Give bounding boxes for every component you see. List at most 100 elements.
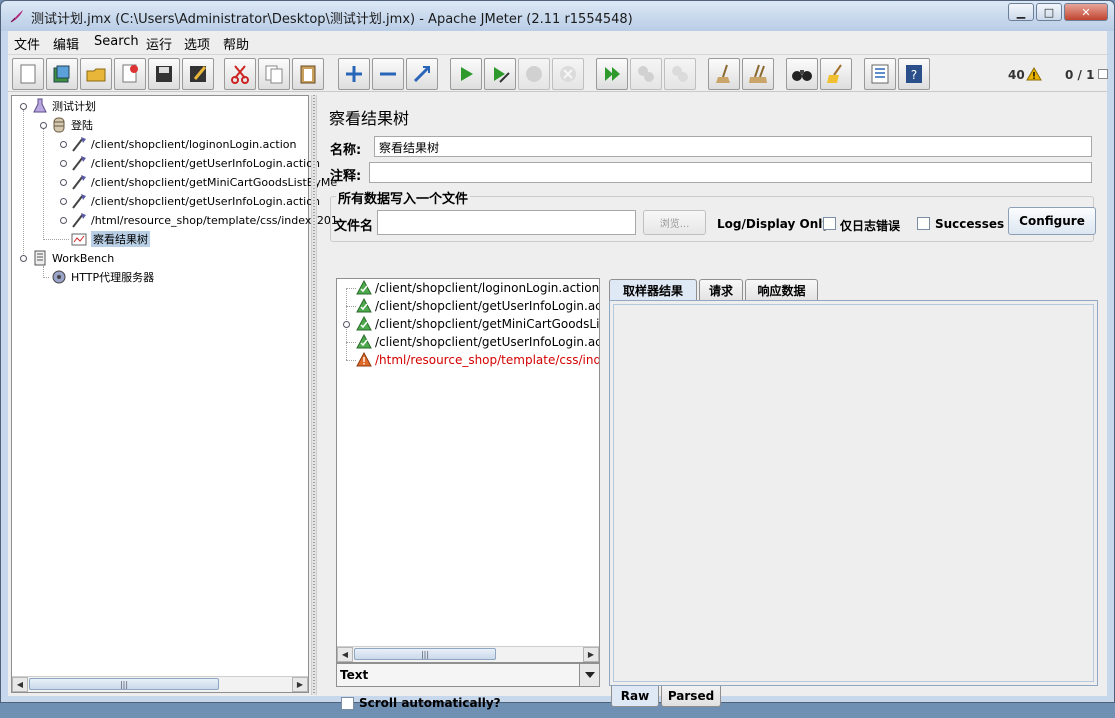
- configure-button[interactable]: Configure: [1008, 207, 1096, 235]
- close-file-button[interactable]: [114, 58, 146, 90]
- open-button[interactable]: [80, 58, 112, 90]
- start-no-pause-button[interactable]: [484, 58, 516, 90]
- tree-item-sampler[interactable]: /client/shopclient/getUserInfoLogin.acti…: [70, 192, 320, 210]
- tab-sampler-result[interactable]: 取样器结果: [609, 279, 697, 300]
- tree-expander[interactable]: [19, 102, 28, 111]
- result-item[interactable]: /client/shopclient/getUserInfoLogin.acti…: [356, 333, 599, 351]
- reset-search-button[interactable]: [820, 58, 852, 90]
- menu-file[interactable]: 文件: [14, 34, 40, 53]
- close-window-button[interactable]: ✕: [1064, 3, 1108, 21]
- tree-expander[interactable]: [59, 216, 68, 225]
- svg-text:?: ?: [911, 68, 917, 82]
- errors-only-checkbox[interactable]: [823, 217, 836, 230]
- tree-expander[interactable]: [59, 159, 68, 168]
- remote-stop-button[interactable]: [630, 58, 662, 90]
- clear-button[interactable]: [708, 58, 740, 90]
- templates-button[interactable]: [46, 58, 78, 90]
- scroll-right-arrow[interactable]: ▶: [583, 647, 599, 662]
- tree-item-sampler[interactable]: /client/shopclient/loginonLogin.action: [70, 135, 297, 153]
- detail-tabs: 取样器结果 请求 响应数据 Raw Parsed: [609, 278, 1100, 718]
- save-button[interactable]: [148, 58, 180, 90]
- scroll-thumb[interactable]: |||: [354, 648, 496, 660]
- panel-splitter[interactable]: [311, 95, 317, 695]
- help-button[interactable]: ?: [898, 58, 930, 90]
- expand-icon: [346, 66, 362, 82]
- result-label: /html/resource_shop/template/css/index_: [375, 353, 600, 367]
- copy-icon: [265, 65, 283, 84]
- tree-item-sampler[interactable]: /html/resource_shop/template/css/index_2…: [70, 211, 338, 229]
- tree-expander[interactable]: [59, 197, 68, 206]
- result-item[interactable]: /client/shopclient/getUserInfoLogin.acti…: [356, 297, 599, 315]
- stop-button[interactable]: [518, 58, 550, 90]
- clear-icon: [716, 64, 730, 83]
- tree-item-workbench[interactable]: WorkBench: [31, 249, 114, 267]
- warning-icon[interactable]: [1026, 67, 1042, 81]
- copy-button[interactable]: [258, 58, 290, 90]
- scroll-thumb[interactable]: |||: [29, 678, 219, 690]
- tree-item-thread-group[interactable]: 登陆: [50, 116, 93, 134]
- new-button[interactable]: [12, 58, 44, 90]
- tree-expander[interactable]: [59, 140, 68, 149]
- browse-button[interactable]: 浏览...: [643, 210, 706, 235]
- maximize-button[interactable]: □: [1036, 3, 1062, 21]
- collapse-all-button[interactable]: [372, 58, 404, 90]
- result-item[interactable]: /client/shopclient/loginonLogin.action: [356, 279, 599, 297]
- tree-expander[interactable]: [59, 178, 68, 187]
- title-bar[interactable]: 测试计划.jmx (C:\Users\Administrator\Desktop…: [1, 1, 1114, 31]
- menu-search[interactable]: Search: [94, 34, 139, 49]
- tab-parsed[interactable]: Parsed: [661, 686, 721, 707]
- scroll-left-arrow[interactable]: ◀: [12, 677, 28, 692]
- sampler-result-content: [609, 300, 1098, 686]
- tab-request[interactable]: 请求: [699, 279, 743, 300]
- toggle-button[interactable]: [406, 58, 438, 90]
- paste-button[interactable]: [292, 58, 324, 90]
- start-button[interactable]: [450, 58, 482, 90]
- menu-help[interactable]: 帮助: [223, 34, 249, 53]
- renderer-select[interactable]: Text: [336, 663, 600, 687]
- cut-button[interactable]: [224, 58, 256, 90]
- menu-run[interactable]: 运行: [146, 34, 172, 53]
- shutdown-button[interactable]: [552, 58, 584, 90]
- successes-checkbox[interactable]: [917, 217, 930, 230]
- tree-item-http-proxy[interactable]: HTTP代理服务器: [50, 268, 154, 286]
- result-item[interactable]: /client/shopclient/getMiniCartGoodsListB: [356, 315, 599, 333]
- toolbar: ? 40 0 / 1: [8, 54, 1108, 92]
- save-as-button[interactable]: [182, 58, 214, 90]
- clear-all-button[interactable]: [742, 58, 774, 90]
- function-helper-button[interactable]: [864, 58, 896, 90]
- remote-start-button[interactable]: [596, 58, 628, 90]
- menu-edit[interactable]: 编辑: [53, 34, 79, 53]
- reset-search-icon: [827, 64, 842, 83]
- scroll-auto-checkbox[interactable]: [341, 697, 354, 710]
- stop-icon: [526, 66, 542, 82]
- tab-raw[interactable]: Raw: [611, 686, 659, 707]
- filename-field[interactable]: [377, 210, 636, 235]
- scroll-right-arrow[interactable]: ▶: [292, 677, 308, 692]
- name-field[interactable]: 察看结果树: [374, 136, 1092, 157]
- comment-field[interactable]: [369, 162, 1092, 183]
- tab-response-data[interactable]: 响应数据: [745, 279, 818, 300]
- client-area: 文件 编辑 Search 运行 选项 帮助 ? 40 0 / 1 测试计划 登陆…: [8, 31, 1108, 710]
- remote-shutdown-button[interactable]: [664, 58, 696, 90]
- results-tree: /client/shopclient/loginonLogin.action /…: [336, 278, 600, 663]
- tree-expander[interactable]: [39, 121, 48, 130]
- tree-expander[interactable]: [342, 320, 351, 329]
- tree-horizontal-scrollbar[interactable]: ◀ ||| ▶: [12, 676, 308, 692]
- tree-expander[interactable]: [19, 254, 28, 263]
- save-as-icon: [190, 66, 207, 82]
- expand-all-button[interactable]: [338, 58, 370, 90]
- menu-options[interactable]: 选项: [184, 34, 210, 53]
- result-item[interactable]: /html/resource_shop/template/css/index_: [356, 351, 600, 369]
- tree-item-sampler[interactable]: /client/shopclient/getMiniCartGoodsListB…: [70, 173, 337, 191]
- http-sampler-icon: [70, 173, 88, 191]
- remote-start-icon: [605, 67, 620, 81]
- tree-item-label: 察看结果树: [91, 231, 150, 247]
- chevron-down-icon[interactable]: [579, 664, 599, 686]
- tree-item-view-results-tree[interactable]: 察看结果树: [70, 230, 150, 248]
- scroll-left-arrow[interactable]: ◀: [337, 647, 353, 662]
- tree-item-test-plan[interactable]: 测试计划: [31, 97, 96, 115]
- search-button[interactable]: [786, 58, 818, 90]
- tree-item-sampler[interactable]: /client/shopclient/getUserInfoLogin.acti…: [70, 154, 320, 172]
- results-horizontal-scrollbar[interactable]: ◀ ||| ▶: [337, 646, 599, 662]
- minimize-button[interactable]: ▁: [1008, 3, 1034, 21]
